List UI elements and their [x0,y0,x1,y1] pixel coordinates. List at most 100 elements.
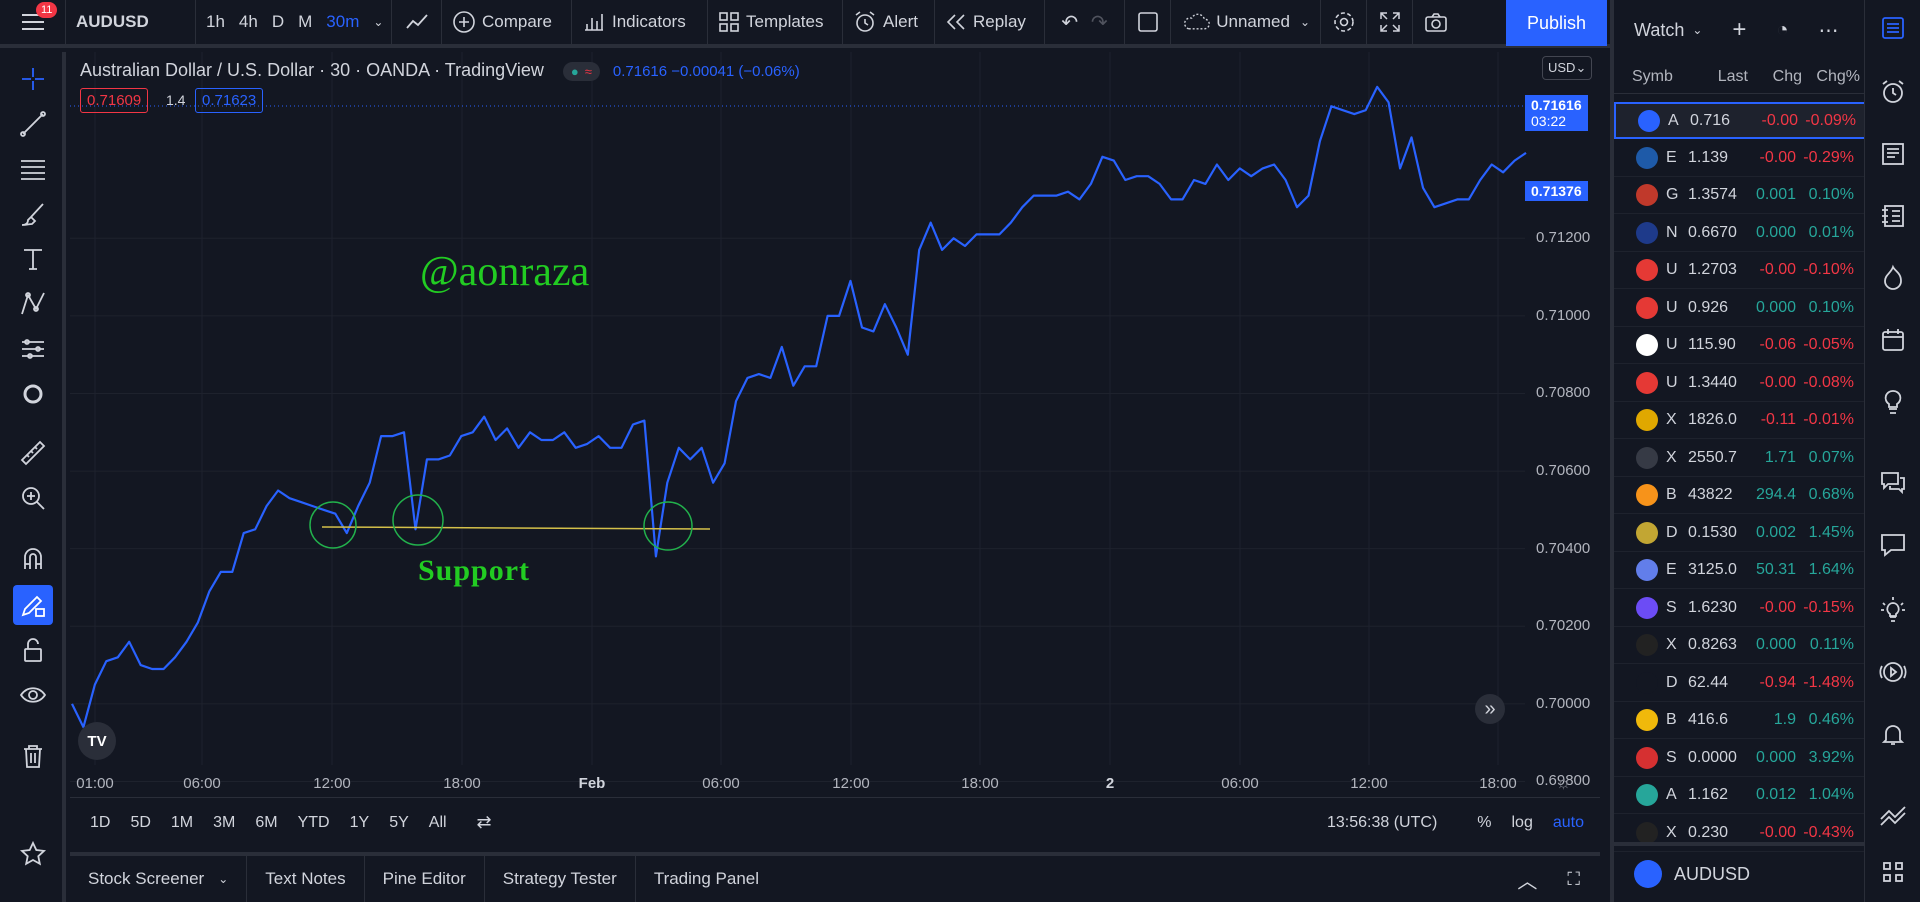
hide-drawings-tool[interactable] [0,675,66,715]
market-status-pill[interactable]: ● ≈ [562,62,600,81]
publish-button[interactable]: Publish [1506,0,1607,46]
settings-button[interactable] [1321,0,1367,44]
pattern-tool[interactable] [0,284,66,324]
watchlist-row[interactable]: E 3125.0 50.31 1.64% [1614,552,1868,589]
symbol-search-button[interactable]: AUDUSD [66,0,196,44]
support-circle[interactable] [643,501,693,551]
support-annotation[interactable]: Support [418,554,530,588]
watchlist-row[interactable]: D 0.1530 0.002 1.45% [1614,515,1868,552]
streams-play-toggle[interactable] [1873,652,1913,692]
more-icon[interactable]: ⋯ [1819,18,1839,43]
support-line[interactable] [321,526,711,530]
scroll-to-realtime-button[interactable]: » [1475,694,1505,724]
range-5d[interactable]: 5D [130,814,150,832]
range-1m[interactable]: 1M [171,814,193,832]
idea-stream-toggle[interactable] [1873,590,1913,630]
timeframe-d[interactable]: D [272,12,284,32]
settings-icon[interactable]: ☼ [1555,772,1572,793]
screenshot-button[interactable] [1413,0,1459,44]
currency-selector[interactable]: USD⌄ [1542,56,1593,80]
zoom-tool[interactable] [0,478,66,518]
chevron-down-icon[interactable]: ⌄ [1692,23,1702,37]
column-last[interactable]: Last [1688,68,1748,86]
hotlists-toggle[interactable] [1873,258,1913,298]
tradingview-logo[interactable]: TV [78,722,116,760]
range-1d[interactable]: 1D [90,814,110,832]
streams-toggle[interactable] [1873,524,1913,564]
fib-tool[interactable] [0,149,66,189]
timeframe-1h[interactable]: 1h [206,12,225,32]
utc-clock[interactable]: 13:56:38 (UTC) [1327,814,1437,832]
magnet-tool[interactable] [0,539,66,579]
range-5y[interactable]: 5Y [389,814,409,832]
range-3m[interactable]: 3M [213,814,235,832]
favorites-tool[interactable] [0,834,66,874]
stay-in-drawing-mode-tool[interactable] [13,585,53,625]
advanced-view-icon[interactable]: ◔ [1776,19,1788,42]
watchlist-row[interactable]: D 62.44 -0.94 -1.48% [1614,665,1868,702]
chevron-down-icon[interactable]: ⌄ [373,15,383,29]
timeframe-4h[interactable]: 4h [239,12,258,32]
remove-drawings-tool[interactable] [0,736,66,776]
templates-button[interactable]: Templates [708,0,843,44]
ideas-toggle[interactable] [1873,382,1913,422]
brush-tool[interactable] [0,194,66,234]
trend-line-tool[interactable] [0,104,66,144]
symbol-details-footer[interactable]: AUDUSD [1614,842,1868,902]
news-toggle[interactable] [1873,196,1913,236]
prediction-tool[interactable] [0,329,66,369]
tab-text-notes[interactable]: Text Notes [247,856,365,902]
chart-type-button[interactable] [392,0,442,44]
tab-pine-editor[interactable]: Pine Editor [365,856,485,902]
calendar-toggle[interactable] [1873,320,1913,360]
watchlist-row[interactable]: S 0.0000 0.000 3.92% [1614,740,1868,777]
crosshair-tool[interactable] [0,59,66,99]
watchlist-row[interactable]: U 115.90 -0.06 -0.05% [1614,327,1868,364]
watchlist-row[interactable]: A 0.716 -0.00 -0.09% [1614,102,1868,139]
timeframe-m[interactable]: M [298,12,312,32]
price-chart[interactable] [70,52,1600,797]
column-chg-pct[interactable]: Chg% [1802,68,1860,86]
symbol-title[interactable]: Australian Dollar / U.S. Dollar · 30 · O… [80,60,544,80]
watchlist-row[interactable]: U 1.3440 -0.00 -0.08% [1614,365,1868,402]
chats-toggle[interactable] [1873,462,1913,502]
log-toggle[interactable]: log [1512,814,1533,832]
watchlist-row[interactable]: B 43822 294.4 0.68% [1614,477,1868,514]
range-1y[interactable]: 1Y [350,814,370,832]
watchlist-toggle[interactable] [1873,8,1913,48]
alerts-toggle[interactable] [1873,72,1913,112]
watchlist-row[interactable]: S 1.6230 -0.00 -0.15% [1614,590,1868,627]
bid-price-button[interactable]: 0.71609 [80,88,149,113]
range-ytd[interactable]: YTD [298,814,330,832]
watchlist-row[interactable]: X 2550.7 1.71 0.07% [1614,440,1868,477]
ask-price-button[interactable]: 0.71623 [195,88,264,113]
go-to-date-icon[interactable]: ⇄ [477,812,492,833]
main-menu-button[interactable]: 11 [0,0,66,44]
watchlist-row[interactable]: E 1.139 -0.00 -0.29% [1614,140,1868,177]
watchlist-row[interactable]: N 0.6670 0.000 0.01% [1614,215,1868,252]
data-window-toggle[interactable] [1873,134,1913,174]
auto-toggle[interactable]: auto [1553,814,1584,832]
fullscreen-button[interactable] [1367,0,1413,44]
maximize-panel-icon[interactable]: ⛶ [1567,869,1580,890]
alert-button[interactable]: Alert [843,0,935,44]
order-panel-toggle[interactable] [1873,796,1913,836]
tab-stock-screener[interactable]: Stock Screener ⌄ [70,856,248,902]
watchlist-row[interactable]: U 1.2703 -0.00 -0.10% [1614,252,1868,289]
undo-icon[interactable]: ↶ [1061,10,1078,35]
watchlist-row[interactable]: G 1.3574 0.001 0.10% [1614,177,1868,214]
column-symbol[interactable]: Symb [1632,68,1688,86]
redo-icon[interactable]: ↷ [1091,10,1108,35]
add-symbol-icon[interactable]: + [1732,16,1746,44]
tab-trading-panel[interactable]: Trading Panel [636,856,777,902]
measure-tool[interactable] [0,433,66,473]
author-annotation[interactable]: @aonraza [420,248,589,296]
range-all[interactable]: All [429,814,447,832]
tab-strategy-tester[interactable]: Strategy Tester [485,856,636,902]
fullscreen-select-button[interactable] [1125,0,1171,44]
watchlist-row[interactable]: B 416.6 1.9 0.46% [1614,702,1868,739]
range-6m[interactable]: 6M [255,814,277,832]
collapse-panel-icon[interactable]: ︿ [1517,865,1537,894]
text-tool[interactable] [0,239,66,279]
timeframe-30m[interactable]: 30m [326,12,359,32]
